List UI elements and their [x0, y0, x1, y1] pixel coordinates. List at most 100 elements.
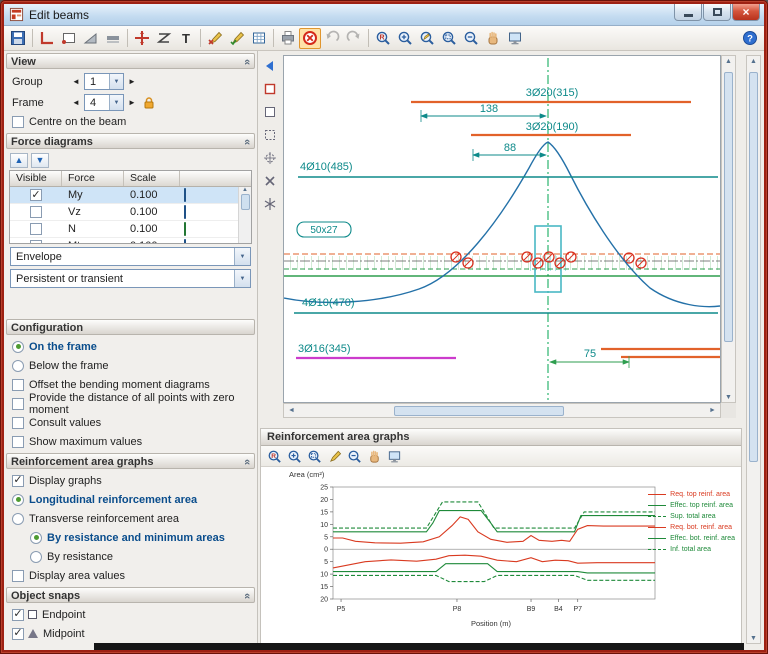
dim-88-label: 88 — [504, 142, 516, 154]
collapse-chevron-icon[interactable]: « — [241, 458, 253, 464]
option-display-graphs[interactable]: Display graphs — [4, 471, 257, 490]
dashed-box-icon[interactable] — [261, 126, 279, 144]
zoom-in-icon[interactable] — [394, 28, 416, 49]
svg-text:5: 5 — [324, 559, 328, 566]
zoom-window-icon[interactable] — [438, 28, 460, 49]
section-header-view[interactable]: View « — [6, 53, 255, 69]
canvas-horizontal-scrollbar[interactable]: ◄ ► — [283, 403, 721, 418]
option-by-resistance-min[interactable]: By resistance and minimum areas — [4, 528, 257, 547]
undo-icon[interactable] — [321, 28, 343, 49]
snap-star-icon[interactable] — [261, 195, 279, 213]
checkbox — [30, 206, 42, 218]
table-scrollbar[interactable]: ▲ — [238, 187, 251, 243]
edit-assign-icon[interactable] — [226, 28, 248, 49]
svg-text:20: 20 — [320, 497, 328, 504]
option-transverse[interactable]: Transverse reinforcement area — [4, 509, 257, 528]
collapse-chevron-icon[interactable]: « — [241, 592, 253, 598]
collapse-chevron-icon[interactable]: « — [241, 138, 253, 144]
box-icon[interactable] — [261, 103, 279, 121]
maximize-button[interactable] — [703, 4, 731, 21]
full-screen-icon[interactable] — [504, 28, 526, 49]
combination-select[interactable]: Persistent or transient ▼ — [10, 269, 251, 288]
beam-drawing-canvas[interactable]: 3Ø20(315) 138 3Ø20(190) 88 4Ø10(485) 50x… — [283, 55, 721, 403]
option-on-the-frame[interactable]: On the frame — [4, 337, 257, 356]
bar2-label: 3Ø20(190) — [526, 121, 579, 133]
slope-icon[interactable] — [80, 28, 102, 49]
group-prev-button[interactable]: ◄ — [70, 75, 82, 89]
close-button[interactable]: × — [732, 4, 760, 21]
zoom-out-icon[interactable] — [344, 447, 364, 466]
checkbox — [12, 416, 24, 429]
redraw-icon[interactable] — [416, 28, 438, 49]
option-zero-moment[interactable]: Provide the distance of all points with … — [4, 392, 257, 416]
option-show-maximum[interactable]: Show maximum values — [4, 432, 257, 451]
red-cancel-icon[interactable] — [299, 27, 321, 49]
zoom-previous-icon[interactable]: R — [264, 447, 284, 466]
envelope-select[interactable]: Envelope ▼ — [10, 247, 251, 266]
bar1-label: 3Ø20(315) — [526, 87, 579, 99]
centre-on-beam-option[interactable]: Centre on the beam — [4, 113, 257, 131]
snap-endpoint[interactable]: Endpoint — [4, 605, 257, 624]
option-below-the-frame[interactable]: Below the frame — [4, 356, 257, 375]
section-header-object-snaps[interactable]: Object snaps « — [6, 587, 255, 603]
zoom-previous-icon[interactable]: R — [372, 28, 394, 49]
checkbox — [30, 189, 42, 201]
option-display-area-values[interactable]: Display area values — [4, 566, 257, 585]
redraw-icon[interactable] — [324, 447, 344, 466]
titlebar[interactable]: Edit beams × — [4, 4, 764, 26]
reinforcement-chart[interactable]: Area (cm²) 25 20 15 10 5 0 5 10 15 20 P5 P8 B9 B4 P7 P… — [261, 467, 741, 649]
center-target-icon[interactable] — [261, 149, 279, 167]
group-select[interactable]: 1 ▼ — [84, 73, 124, 90]
frame-select[interactable]: 4 ▼ — [84, 94, 124, 111]
beam-elevation-icon[interactable] — [102, 28, 124, 49]
move-up-button[interactable]: ▲ — [10, 152, 28, 168]
help-icon[interactable]: ? — [739, 28, 761, 49]
collapse-left-arrow-icon[interactable] — [261, 57, 279, 75]
zoom-in-icon[interactable] — [284, 447, 304, 466]
print-drawing-icon[interactable] — [277, 28, 299, 49]
scroll-left-icon: ◄ — [288, 407, 295, 414]
chevron-down-icon: ▼ — [234, 248, 250, 265]
full-screen-icon[interactable] — [384, 447, 404, 466]
option-by-resistance[interactable]: By resistance — [4, 547, 257, 566]
corner-beam-icon[interactable] — [36, 28, 58, 49]
option-consult-values[interactable]: Consult values — [4, 413, 257, 432]
collapse-chevron-icon[interactable]: « — [241, 58, 253, 64]
pan-hand-icon[interactable] — [482, 28, 504, 49]
group-next-button[interactable]: ► — [126, 75, 138, 89]
slope-z-icon[interactable] — [153, 28, 175, 49]
frame-next-button[interactable]: ► — [126, 96, 138, 110]
frame-prev-button[interactable]: ◄ — [70, 96, 82, 110]
pan-hand-icon[interactable] — [364, 447, 384, 466]
table-row[interactable]: Vz 0.100 — [10, 204, 251, 221]
snap-midpoint[interactable]: Midpoint — [4, 624, 257, 643]
save-icon[interactable] — [7, 28, 29, 49]
bottom-long-label: 4Ø10(470) — [302, 297, 355, 309]
minimize-button[interactable] — [674, 4, 702, 21]
table-row[interactable]: Mt 0.100 — [10, 238, 251, 243]
red-box-icon[interactable] — [261, 80, 279, 98]
force-table-header: Visible Force Scale — [10, 171, 251, 187]
lock-icon[interactable] — [142, 96, 156, 110]
move-down-button[interactable]: ▼ — [31, 152, 49, 168]
rectangle-beam-icon[interactable] — [58, 28, 80, 49]
move-cross-icon[interactable] — [131, 28, 153, 49]
redo-icon[interactable] — [343, 28, 365, 49]
checkbox — [12, 378, 24, 391]
window-vertical-scrollbar[interactable]: ▲ ▼ — [746, 55, 761, 644]
table-row[interactable]: My 0.100 — [10, 187, 251, 204]
table-row[interactable]: N 0.100 — [10, 221, 251, 238]
section-header-force-diagrams[interactable]: Force diagrams « — [6, 133, 255, 149]
delete-x-icon[interactable] — [261, 172, 279, 190]
canvas-vertical-scrollbar[interactable]: ▲ ▼ — [721, 55, 736, 403]
zoom-window-icon[interactable] — [304, 447, 324, 466]
svg-text:P5: P5 — [337, 606, 346, 613]
t-beam-icon[interactable]: T — [175, 28, 197, 49]
scale-color-swatch — [184, 188, 186, 202]
section-header-reinforcement-graphs[interactable]: Reinforcement area graphs « — [6, 453, 255, 469]
option-longitudinal[interactable]: Longitudinal reinforcement area — [4, 490, 257, 509]
table-grid-icon[interactable] — [248, 28, 270, 49]
edit-delete-icon[interactable] — [204, 28, 226, 49]
legend-item: Effec. bot. reinf. area — [648, 533, 735, 544]
zoom-out-icon[interactable] — [460, 28, 482, 49]
